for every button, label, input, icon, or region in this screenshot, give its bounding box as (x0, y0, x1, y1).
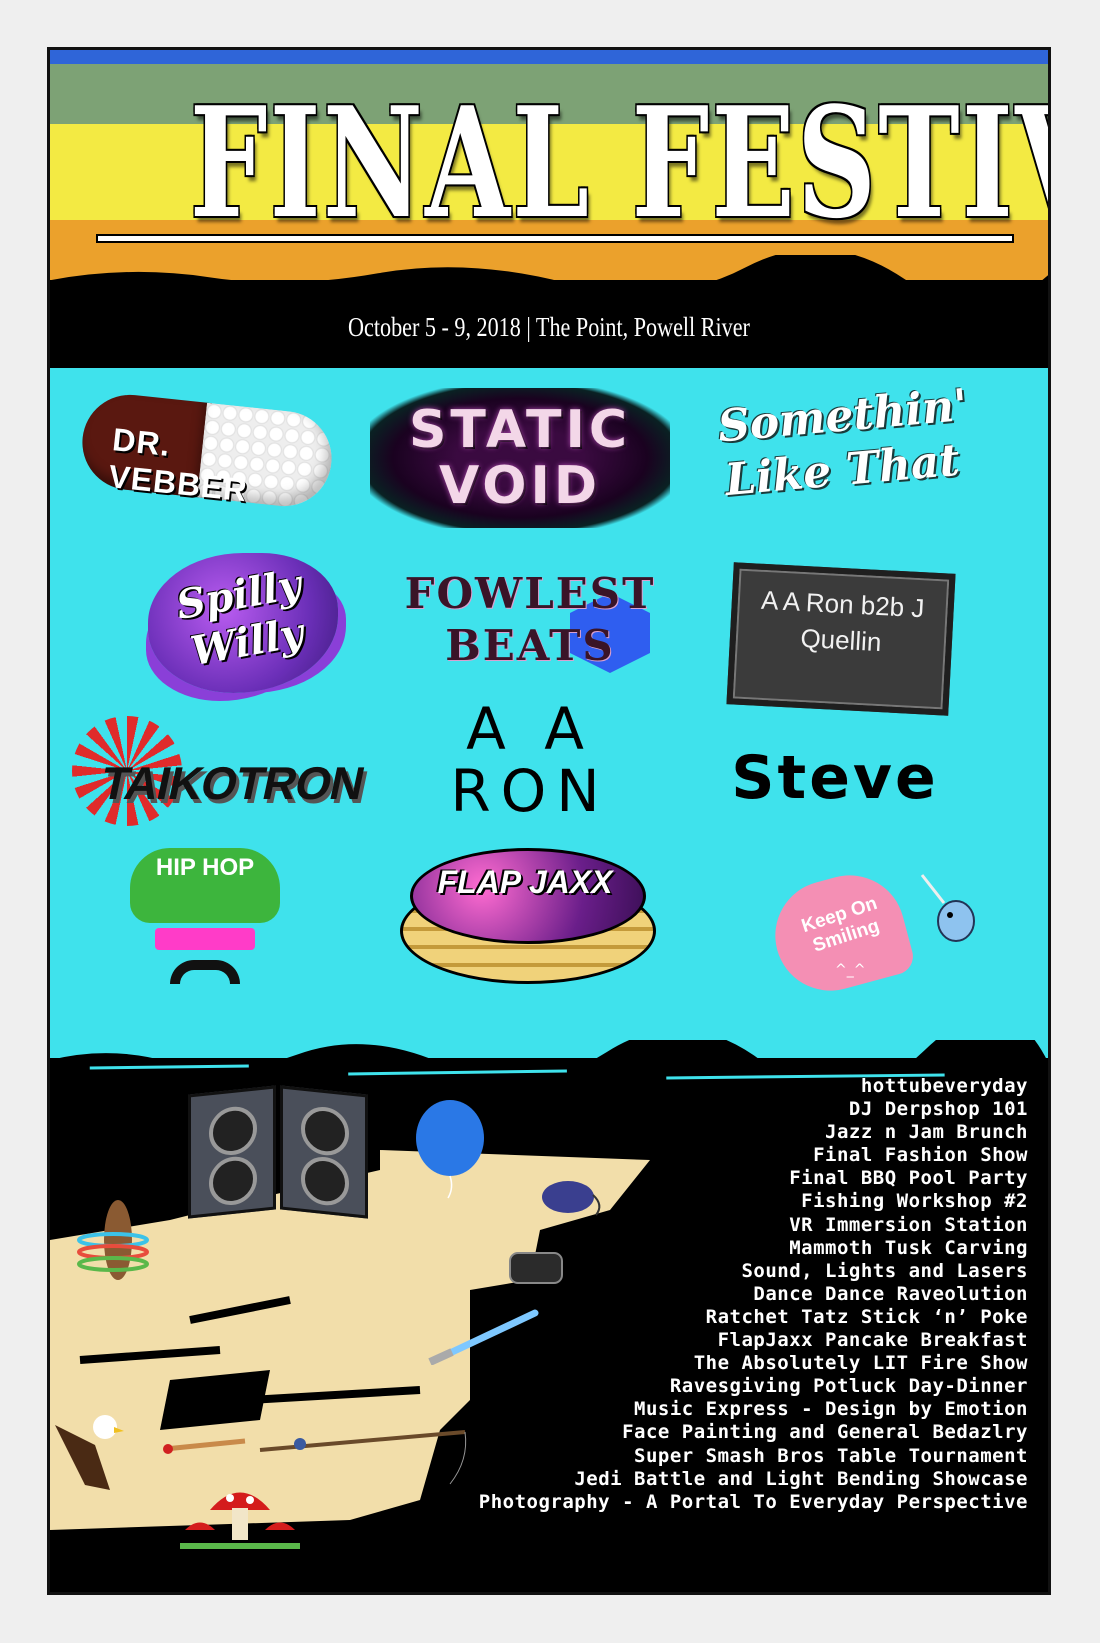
event-item: Ravesgiving Potluck Day-Dinner (669, 1375, 1028, 1398)
act-hip-hop: HIP HOP (130, 848, 280, 988)
stripe-blue (50, 50, 1048, 64)
speaker-icon (280, 1085, 368, 1219)
event-item: Mammoth Tusk Carving (789, 1236, 1028, 1259)
act-keep-on-smiling: Keep On Smiling ^_^ (762, 863, 918, 1003)
event-item: Dance Dance Raveolution (753, 1282, 1028, 1305)
event-item: DJ Derpshop 101 (848, 1098, 1028, 1121)
act-somethin-like-that: Somethin' Like That (716, 380, 970, 530)
sunglasses-icon (155, 928, 255, 950)
event-item: Face Painting and General Bedazlry (622, 1421, 1028, 1444)
act-flapjaxx: FLAP JAXX (400, 838, 656, 988)
event-item: The Absolutely LIT Fire Show (693, 1352, 1028, 1375)
poster-title: FINAL FESTIVAL IV (189, 73, 1048, 252)
speaker-icon (188, 1085, 276, 1219)
hula-dog-icon (77, 1200, 149, 1280)
event-info: October 5 - 9, 2018 | The Point, Powell … (348, 312, 750, 342)
act-a-a-ron: A A RON (420, 698, 640, 828)
event-item: hottubeveryday (860, 1075, 1028, 1097)
event-item: VR Immersion Station (789, 1213, 1028, 1236)
act-aaron-b2b-quellin: A A Ron b2b J Quellin (726, 562, 956, 716)
narwhal-icon (920, 874, 975, 942)
event-item: Final BBQ Pool Party (789, 1167, 1028, 1190)
event-item: Sound, Lights and Lasers (741, 1259, 1028, 1282)
act-label: FLAP JAXX (437, 864, 613, 900)
title-underline (98, 236, 1012, 241)
event-item: Music Express - Design by Emotion (634, 1398, 1028, 1421)
act-taikotron: TAIKOTRON (72, 708, 372, 838)
event-item: Fishing Workshop #2 (801, 1190, 1028, 1213)
event-item: Final Fashion Show (813, 1144, 1028, 1167)
event-item: Ratchet Tatz Stick ‘n’ Poke (705, 1305, 1028, 1328)
event-item: Jedi Battle and Light Bending Showcase (574, 1467, 1028, 1490)
act-spilly-willy: Spilly Willy (128, 543, 358, 703)
act-label: FOWLEST BEATS (404, 569, 656, 670)
eagle-icon (55, 1415, 124, 1490)
act-label: A A Ron b2b J Quellin (760, 584, 926, 658)
festival-poster: FINAL FESTIVAL IV October 5 - 9, 2018 | … (47, 47, 1051, 1595)
paintbrush-icon (163, 1438, 246, 1454)
act-label: Steve (731, 743, 939, 813)
act-label: HIP HOP (155, 854, 255, 881)
mushroom-icon (180, 1492, 300, 1549)
act-label: STATIC VOID (408, 400, 632, 516)
event-item: Photography - A Portal To Everyday Persp… (478, 1490, 1028, 1513)
event-item: Super Smash Bros Table Tournament (634, 1444, 1028, 1467)
act-label: TAIKOTRON (96, 757, 369, 809)
events-list: hottubeveryday DJ Derpshop 101 Jazz n Jam … (368, 1075, 1028, 1514)
event-item: FlapJaxx Pancake Breakfast (717, 1329, 1028, 1352)
act-steve: Steve (715, 743, 955, 813)
act-dr-vebber: DR. VEBBER (77, 390, 337, 511)
act-label: Somethin' Like That (715, 379, 970, 507)
act-static-void: STATIC VOID (370, 388, 670, 528)
smile-face: ^_^ (835, 962, 866, 978)
act-label: A A RON (450, 695, 610, 825)
mustache-icon (170, 960, 240, 984)
event-item: Jazz n Jam Brunch (825, 1121, 1028, 1144)
artist-lineup: DR. VEBBER STATIC VOID Somethin' Like Th… (50, 368, 1048, 1058)
act-fowlest-beats: FOWLEST BEATS (390, 558, 670, 708)
act-label: Spilly Willy (172, 560, 307, 676)
